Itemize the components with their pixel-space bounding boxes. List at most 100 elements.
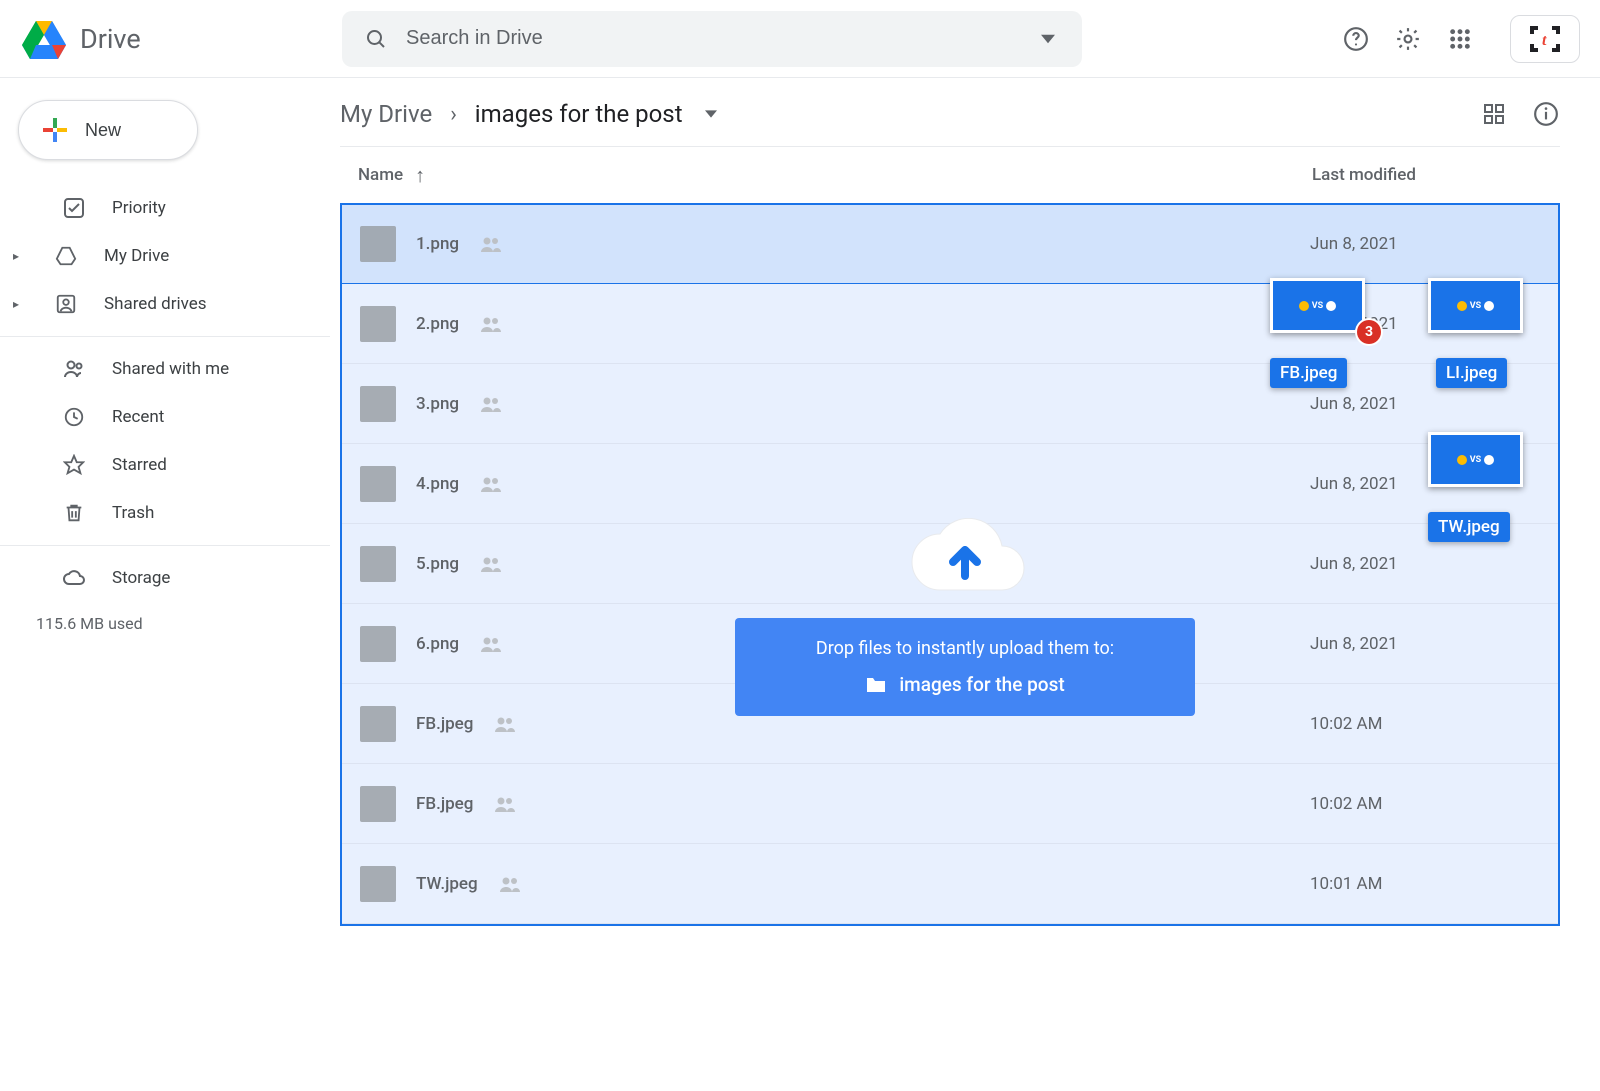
shared-icon	[479, 315, 503, 333]
file-row[interactable]: TW.jpeg 10:01 AM	[342, 844, 1558, 924]
sidebar-item-label: Starred	[112, 455, 167, 475]
sidebar-top-section: Priority ▸ My Drive ▸ Shared drives	[0, 178, 330, 334]
grid-view-icon[interactable]	[1480, 100, 1508, 128]
shared-drives-icon	[52, 293, 80, 315]
file-thumbnail	[360, 306, 396, 342]
product-name: Drive	[80, 23, 141, 55]
new-button[interactable]: New	[18, 100, 198, 160]
file-name: 5.png	[416, 554, 459, 574]
plus-icon	[41, 116, 69, 144]
expand-arrow-icon[interactable]: ▸	[4, 297, 28, 311]
column-headers: Name ↑ Last modified	[340, 147, 1560, 203]
sidebar-mid-section: Shared with me Recent Starred	[0, 339, 330, 543]
file-row[interactable]: FB.jpeg 10:02 AM	[342, 764, 1558, 844]
file-name: 6.png	[416, 634, 459, 654]
file-row[interactable]: 6.pngJun 8, 2021	[342, 604, 1558, 684]
file-modified: Jun 8, 2021	[1310, 314, 1540, 334]
file-name: 1.png	[416, 234, 459, 254]
sidebar-item-priority[interactable]: Priority	[0, 184, 330, 232]
folder-dropdown-icon[interactable]	[705, 110, 717, 118]
file-thumbnail	[360, 706, 396, 742]
file-modified: Jun 8, 2021	[1310, 234, 1540, 254]
file-modified: 10:02 AM	[1310, 714, 1540, 734]
clock-icon	[60, 406, 88, 428]
view-actions	[1480, 100, 1560, 128]
shared-icon	[479, 235, 503, 253]
star-icon	[60, 454, 88, 476]
logo-block[interactable]: Drive	[20, 15, 330, 63]
drive-icon	[52, 245, 80, 267]
settings-gear-icon[interactable]	[1394, 25, 1422, 53]
file-thumbnail	[360, 866, 396, 902]
search-icon[interactable]	[362, 25, 390, 53]
sidebar-item-starred[interactable]: Starred	[0, 441, 330, 489]
column-header-name[interactable]: Name ↑	[358, 163, 1312, 188]
search-bar[interactable]	[342, 11, 1082, 67]
file-thumbnail	[360, 626, 396, 662]
file-name: 2.png	[416, 314, 459, 334]
file-thumbnail	[360, 466, 396, 502]
shared-icon	[493, 795, 517, 813]
breadcrumb-current[interactable]: images for the post	[475, 100, 683, 128]
sidebar: New Priority ▸ My Drive ▸	[0, 78, 330, 1091]
shared-icon	[479, 635, 503, 653]
drive-logo-icon	[20, 15, 68, 63]
file-name: TW.jpeg	[416, 874, 478, 894]
file-row[interactable]: 5.png Jun 8, 2021	[342, 524, 1558, 604]
sidebar-item-shared-drives[interactable]: ▸ Shared drives	[0, 280, 330, 328]
search-options-dropdown-icon[interactable]	[1034, 25, 1062, 53]
search-input[interactable]	[406, 27, 1018, 50]
breadcrumb: My Drive › images for the post	[340, 100, 1560, 128]
expand-arrow-icon[interactable]: ▸	[4, 249, 28, 263]
sidebar-item-label: Shared drives	[104, 294, 207, 314]
extension-badge[interactable]: t	[1510, 15, 1580, 63]
file-row[interactable]: 4.png Jun 8, 2021	[342, 444, 1558, 524]
file-row[interactable]: FB.jpeg 10:02 AM	[342, 684, 1558, 764]
svg-text:t: t	[1542, 32, 1547, 49]
file-row[interactable]: 1.png Jun 8, 2021	[342, 204, 1558, 284]
shared-icon	[479, 395, 503, 413]
sidebar-item-storage[interactable]: Storage	[0, 554, 330, 602]
sidebar-item-trash[interactable]: Trash	[0, 489, 330, 537]
divider	[0, 336, 330, 337]
trash-icon	[60, 502, 88, 524]
file-list-drop-zone[interactable]: 1.pngJun 8, 20212.pngJun 8, 20213.pngJun…	[340, 203, 1560, 926]
file-modified: Jun 8, 2021	[1310, 554, 1540, 574]
sidebar-item-recent[interactable]: Recent	[0, 393, 330, 441]
shared-icon	[479, 475, 503, 493]
main-content: My Drive › images for the post Name ↑	[330, 78, 1600, 1091]
file-modified: Jun 8, 2021	[1310, 394, 1540, 414]
shared-icon	[498, 875, 522, 893]
people-icon	[60, 357, 88, 381]
file-modified: 10:02 AM	[1310, 794, 1540, 814]
sidebar-item-label: Trash	[112, 503, 154, 523]
file-modified: 10:01 AM	[1310, 874, 1540, 894]
sort-ascending-icon[interactable]: ↑	[415, 163, 425, 188]
file-thumbnail	[360, 546, 396, 582]
file-name: FB.jpeg	[416, 714, 473, 734]
file-thumbnail	[360, 386, 396, 422]
file-name: FB.jpeg	[416, 794, 473, 814]
column-header-label: Last modified	[1312, 165, 1416, 185]
file-thumbnail	[360, 226, 396, 262]
sidebar-item-my-drive[interactable]: ▸ My Drive	[0, 232, 330, 280]
info-icon[interactable]	[1532, 100, 1560, 128]
column-header-modified[interactable]: Last modified	[1312, 165, 1542, 185]
file-row[interactable]: 3.pngJun 8, 2021	[342, 364, 1558, 444]
sidebar-item-shared-with-me[interactable]: Shared with me	[0, 345, 330, 393]
column-header-label: Name	[358, 165, 403, 185]
sidebar-item-label: Priority	[112, 198, 166, 218]
sidebar-bottom-section: Storage 115.6 MB used	[0, 548, 330, 639]
file-row[interactable]: 2.png Jun 8, 2021	[342, 284, 1558, 364]
apps-grid-icon[interactable]	[1446, 25, 1474, 53]
file-name: 4.png	[416, 474, 459, 494]
help-icon[interactable]	[1342, 25, 1370, 53]
breadcrumb-root[interactable]: My Drive	[340, 100, 432, 128]
shared-icon	[479, 555, 503, 573]
sidebar-item-label: Shared with me	[112, 359, 229, 379]
sidebar-item-label: My Drive	[104, 246, 169, 266]
sidebar-item-label: Recent	[112, 407, 164, 427]
chevron-right-icon: ›	[450, 102, 457, 127]
divider	[0, 545, 330, 546]
file-modified: Jun 8, 2021	[1310, 474, 1540, 494]
